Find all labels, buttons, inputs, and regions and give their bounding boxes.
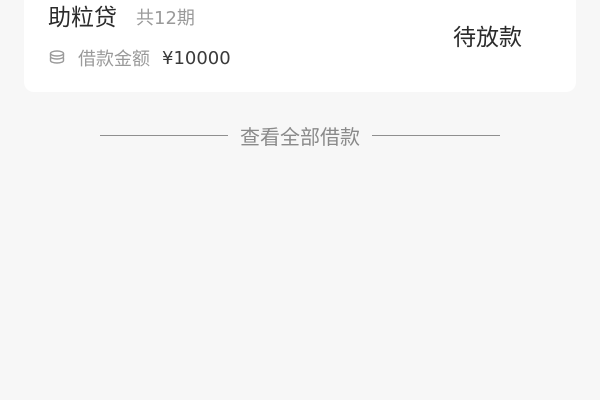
loan-product-name: 助粒贷 — [48, 5, 117, 31]
loan-card[interactable]: 助粒贷 共12期 待放款 借款金额 ¥10000 — [24, 0, 576, 92]
divider-right — [372, 134, 500, 136]
divider-left — [100, 134, 228, 136]
loan-amount-label: 借款金额 — [78, 49, 150, 70]
view-all-loans-label: 查看全部借款 — [240, 124, 360, 149]
loan-amount-value: ¥10000 — [162, 47, 231, 69]
coin-stack-icon — [48, 49, 66, 67]
loan-status: 待放款 — [453, 25, 522, 51]
loan-amount-row: 借款金额 ¥10000 — [48, 44, 231, 72]
view-all-loans-link[interactable]: 查看全部借款 — [100, 120, 500, 150]
loan-term: 共12期 — [136, 8, 195, 29]
